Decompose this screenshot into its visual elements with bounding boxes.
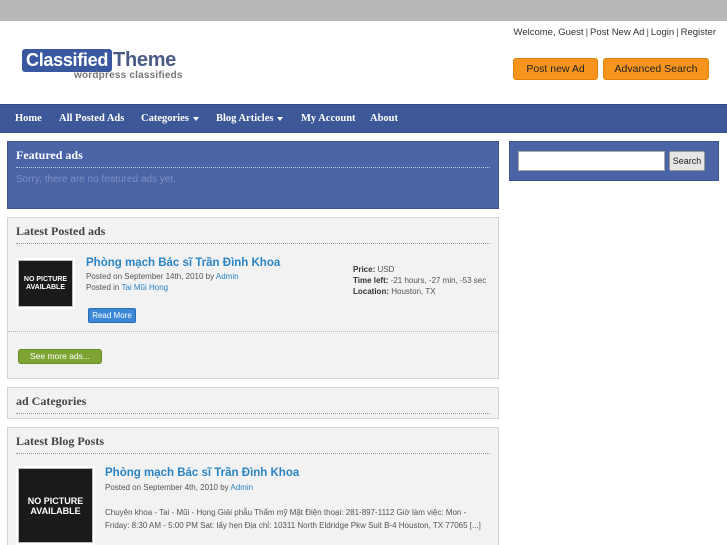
blog-posted-text: Posted on September 4th, 2010 by [105,483,231,492]
ad-categories-panel: ad Categories [7,387,499,419]
login-link[interactable]: Login [651,27,674,38]
main-navigation: Home All Posted Ads Categories Blog Arti… [0,104,727,133]
latest-blog-posts-title: Latest Blog Posts [16,434,490,454]
nav-categories-label: Categories [141,113,189,124]
nav-my-account-label: My Account [301,113,356,124]
chevron-down-icon [192,116,199,121]
advanced-search-button[interactable]: Advanced Search [603,58,709,80]
read-more-button[interactable]: Read More [88,308,136,323]
ad-title-link[interactable]: Phòng mạch Bác sĩ Trần Đình Khoa [86,257,280,269]
blog-posted-on: Posted on September 4th, 2010 by Admin [105,483,253,492]
logo-tagline: wordpress classifieds [74,70,183,81]
ad-time-left: Time left: -21 hours, -27 min, -53 sec [353,276,486,285]
ad-location: Location: Houston, TX [353,287,436,296]
featured-ads-title: Featured ads [16,148,490,168]
ad-location-value: Houston, TX [391,287,436,296]
blog-thumbnail[interactable]: NO PICTURE AVAILABLE [16,466,95,545]
nav-my-account[interactable]: My Account [301,105,356,133]
nav-blog-articles-label: Blog Articles [216,113,274,124]
nav-blog-articles[interactable]: Blog Articles [216,105,284,133]
ad-posted-in: Posted in Tai Mũi Họng [86,283,168,292]
top-bar [0,0,727,21]
latest-ads-panel: Latest Posted ads NO PICTURE AVAILABLE P… [7,217,499,379]
ad-posted-on: Posted on September 14th, 2010 by Admin [86,272,239,281]
chevron-down-icon [277,116,284,121]
logo-box-text: Classified [22,49,113,72]
ad-price-value: USD [377,265,395,274]
sidebar-search-panel: Search [509,141,719,181]
ad-time-value: -21 hours, -27 min, -53 sec [390,276,487,285]
divider [8,331,498,332]
blog-author-link[interactable]: Admin [230,483,253,492]
post-new-ad-button[interactable]: Post new Ad [513,58,598,80]
register-link[interactable]: Register [681,27,716,38]
ad-posted-text: Posted on September 14th, 2010 by [86,272,216,281]
user-welcome-bar: Welcome, Guest | Post New Ad | Login | Registe… [513,27,716,38]
ad-price-label: Price: [353,265,376,274]
welcome-text: Welcome, Guest [513,27,584,38]
nav-categories[interactable]: Categories [141,105,199,133]
ad-category-link[interactable]: Tai Mũi Họng [121,283,168,292]
ad-price: Price: USD [353,265,394,274]
nav-all-posted-ads[interactable]: All Posted Ads [59,105,124,133]
ad-thumbnail[interactable]: NO PICTURE AVAILABLE [16,258,75,309]
search-button[interactable]: Search [669,151,705,171]
nav-about-label: About [370,113,399,124]
latest-ads-title: Latest Posted ads [16,224,490,244]
featured-ads-empty-message: Sorry, there are no featured ads yet. [16,174,176,185]
nav-home[interactable]: Home [15,105,42,133]
latest-blog-posts-panel: Latest Blog Posts NO PICTURE AVAILABLE P… [7,427,499,545]
blog-excerpt: Chuyên khoa - Tai - Mũi - Họng Giải phẫu… [105,508,481,530]
ad-location-label: Location: [353,287,389,296]
search-input[interactable] [518,151,665,171]
logo-word-text: Theme [113,49,177,71]
ad-posted-in-text: Posted in [86,283,122,292]
nav-about[interactable]: About [370,105,398,133]
site-logo[interactable]: Classified Theme wordpress classifieds [22,49,183,81]
ad-author-link[interactable]: Admin [216,272,239,281]
nav-all-posted-ads-label: All Posted Ads [59,113,125,124]
nav-home-label: Home [15,113,42,124]
ad-categories-title: ad Categories [16,394,490,414]
ad-time-label: Time left: [353,276,389,285]
blog-post-title-link[interactable]: Phòng mạch Bác sĩ Trần Đình Khoa [105,467,299,479]
post-new-ad-link[interactable]: Post New Ad [590,27,644,38]
see-more-ads-button[interactable]: See more ads... [18,349,102,364]
featured-ads-panel: Featured ads Sorry, there are no feature… [7,141,499,209]
